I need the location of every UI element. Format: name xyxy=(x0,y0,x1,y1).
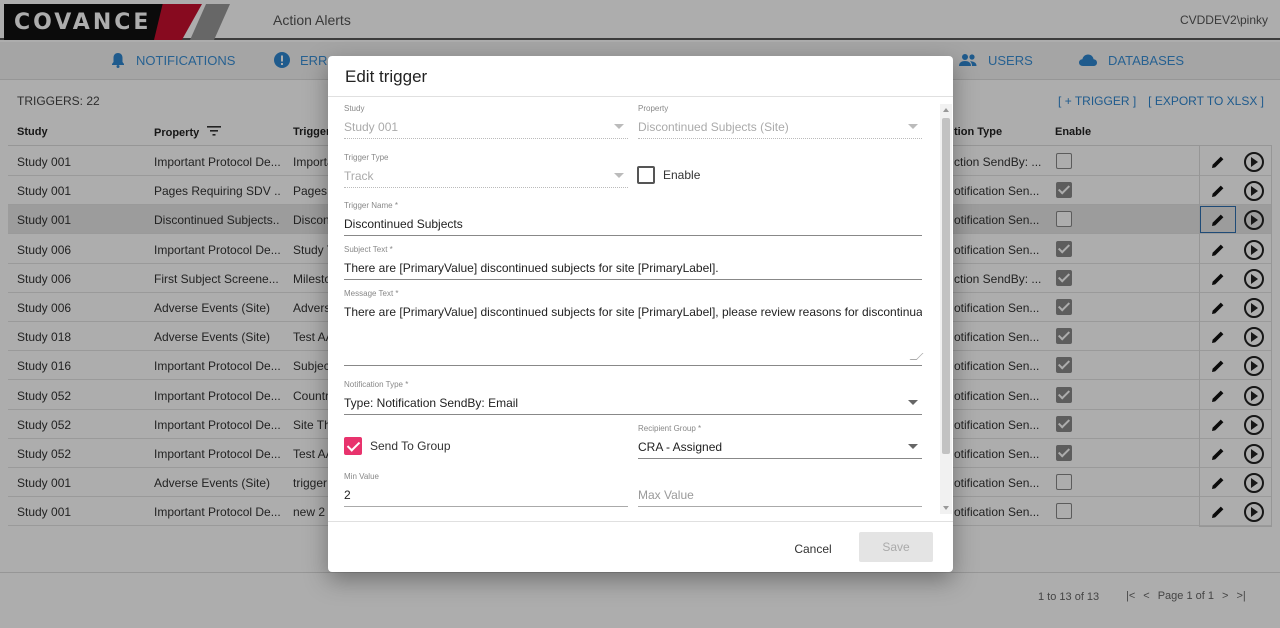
dialog-footer-divider xyxy=(328,521,953,522)
chevron-down-icon xyxy=(908,124,918,129)
scroll-up-icon[interactable] xyxy=(943,108,949,112)
cancel-button[interactable]: Cancel xyxy=(780,534,846,564)
send-to-group-checkbox[interactable]: Send To Group xyxy=(344,437,451,455)
property-select[interactable]: Property Discontinued Subjects (Site) xyxy=(638,104,922,139)
max-value-field[interactable]: Max Value xyxy=(638,472,922,507)
notification-type-label: Notification Type * xyxy=(344,380,409,389)
trigger-name-field[interactable]: Trigger Name * Discontinued Subjects xyxy=(344,201,922,236)
message-text-value: There are [PrimaryValue] discontinued su… xyxy=(344,305,922,319)
trigger-type-label: Trigger Type xyxy=(344,153,389,162)
trigger-name-label: Trigger Name * xyxy=(344,201,398,210)
edit-trigger-dialog: Edit trigger Study Study 001 Property Di… xyxy=(328,56,953,572)
property-label: Property xyxy=(638,104,669,113)
message-text-label: Message Text * xyxy=(344,289,399,298)
notification-type-select[interactable]: Notification Type * Type: Notification S… xyxy=(344,380,922,415)
scroll-down-icon[interactable] xyxy=(943,506,949,510)
enable-checkbox-box[interactable] xyxy=(637,166,655,184)
message-text-field[interactable]: Message Text * There are [PrimaryValue] … xyxy=(344,289,924,366)
trigger-type-select[interactable]: Trigger Type Track xyxy=(344,153,628,188)
min-value-value: 2 xyxy=(344,488,351,502)
subject-text-label: Subject Text * xyxy=(344,245,393,254)
recipient-group-label: Recipient Group * xyxy=(638,424,702,433)
study-value: Study 001 xyxy=(344,120,399,134)
scrollbar-thumb[interactable] xyxy=(942,118,950,454)
trigger-type-value: Track xyxy=(344,169,374,183)
chevron-down-icon xyxy=(908,400,918,405)
chevron-down-icon xyxy=(614,124,624,129)
subject-text-value: There are [PrimaryValue] discontinued su… xyxy=(344,261,719,275)
dialog-header-divider xyxy=(328,96,953,97)
recipient-group-select[interactable]: Recipient Group * CRA - Assigned xyxy=(638,424,922,459)
study-select[interactable]: Study Study 001 xyxy=(344,104,628,139)
min-value-label: Min Value xyxy=(344,472,379,481)
min-value-field[interactable]: Min Value 2 xyxy=(344,472,628,507)
max-value-placeholder: Max Value xyxy=(638,488,694,502)
study-label: Study xyxy=(344,104,365,113)
recipient-group-value: CRA - Assigned xyxy=(638,440,723,454)
dialog-scrollbar[interactable] xyxy=(940,104,952,514)
save-button[interactable]: Save xyxy=(859,532,933,562)
send-to-group-label: Send To Group xyxy=(370,439,451,453)
chevron-down-icon xyxy=(614,173,624,178)
trigger-name-value: Discontinued Subjects xyxy=(344,217,463,231)
notification-type-value: Type: Notification SendBy: Email xyxy=(344,396,519,410)
dialog-title: Edit trigger xyxy=(345,67,428,86)
enable-label: Enable xyxy=(663,168,701,182)
chevron-down-icon xyxy=(908,444,918,449)
subject-text-field[interactable]: Subject Text * There are [PrimaryValue] … xyxy=(344,245,922,280)
property-value: Discontinued Subjects (Site) xyxy=(638,120,789,134)
enable-checkbox[interactable]: Enable xyxy=(637,166,700,184)
send-to-group-checkbox-box[interactable] xyxy=(344,437,362,455)
